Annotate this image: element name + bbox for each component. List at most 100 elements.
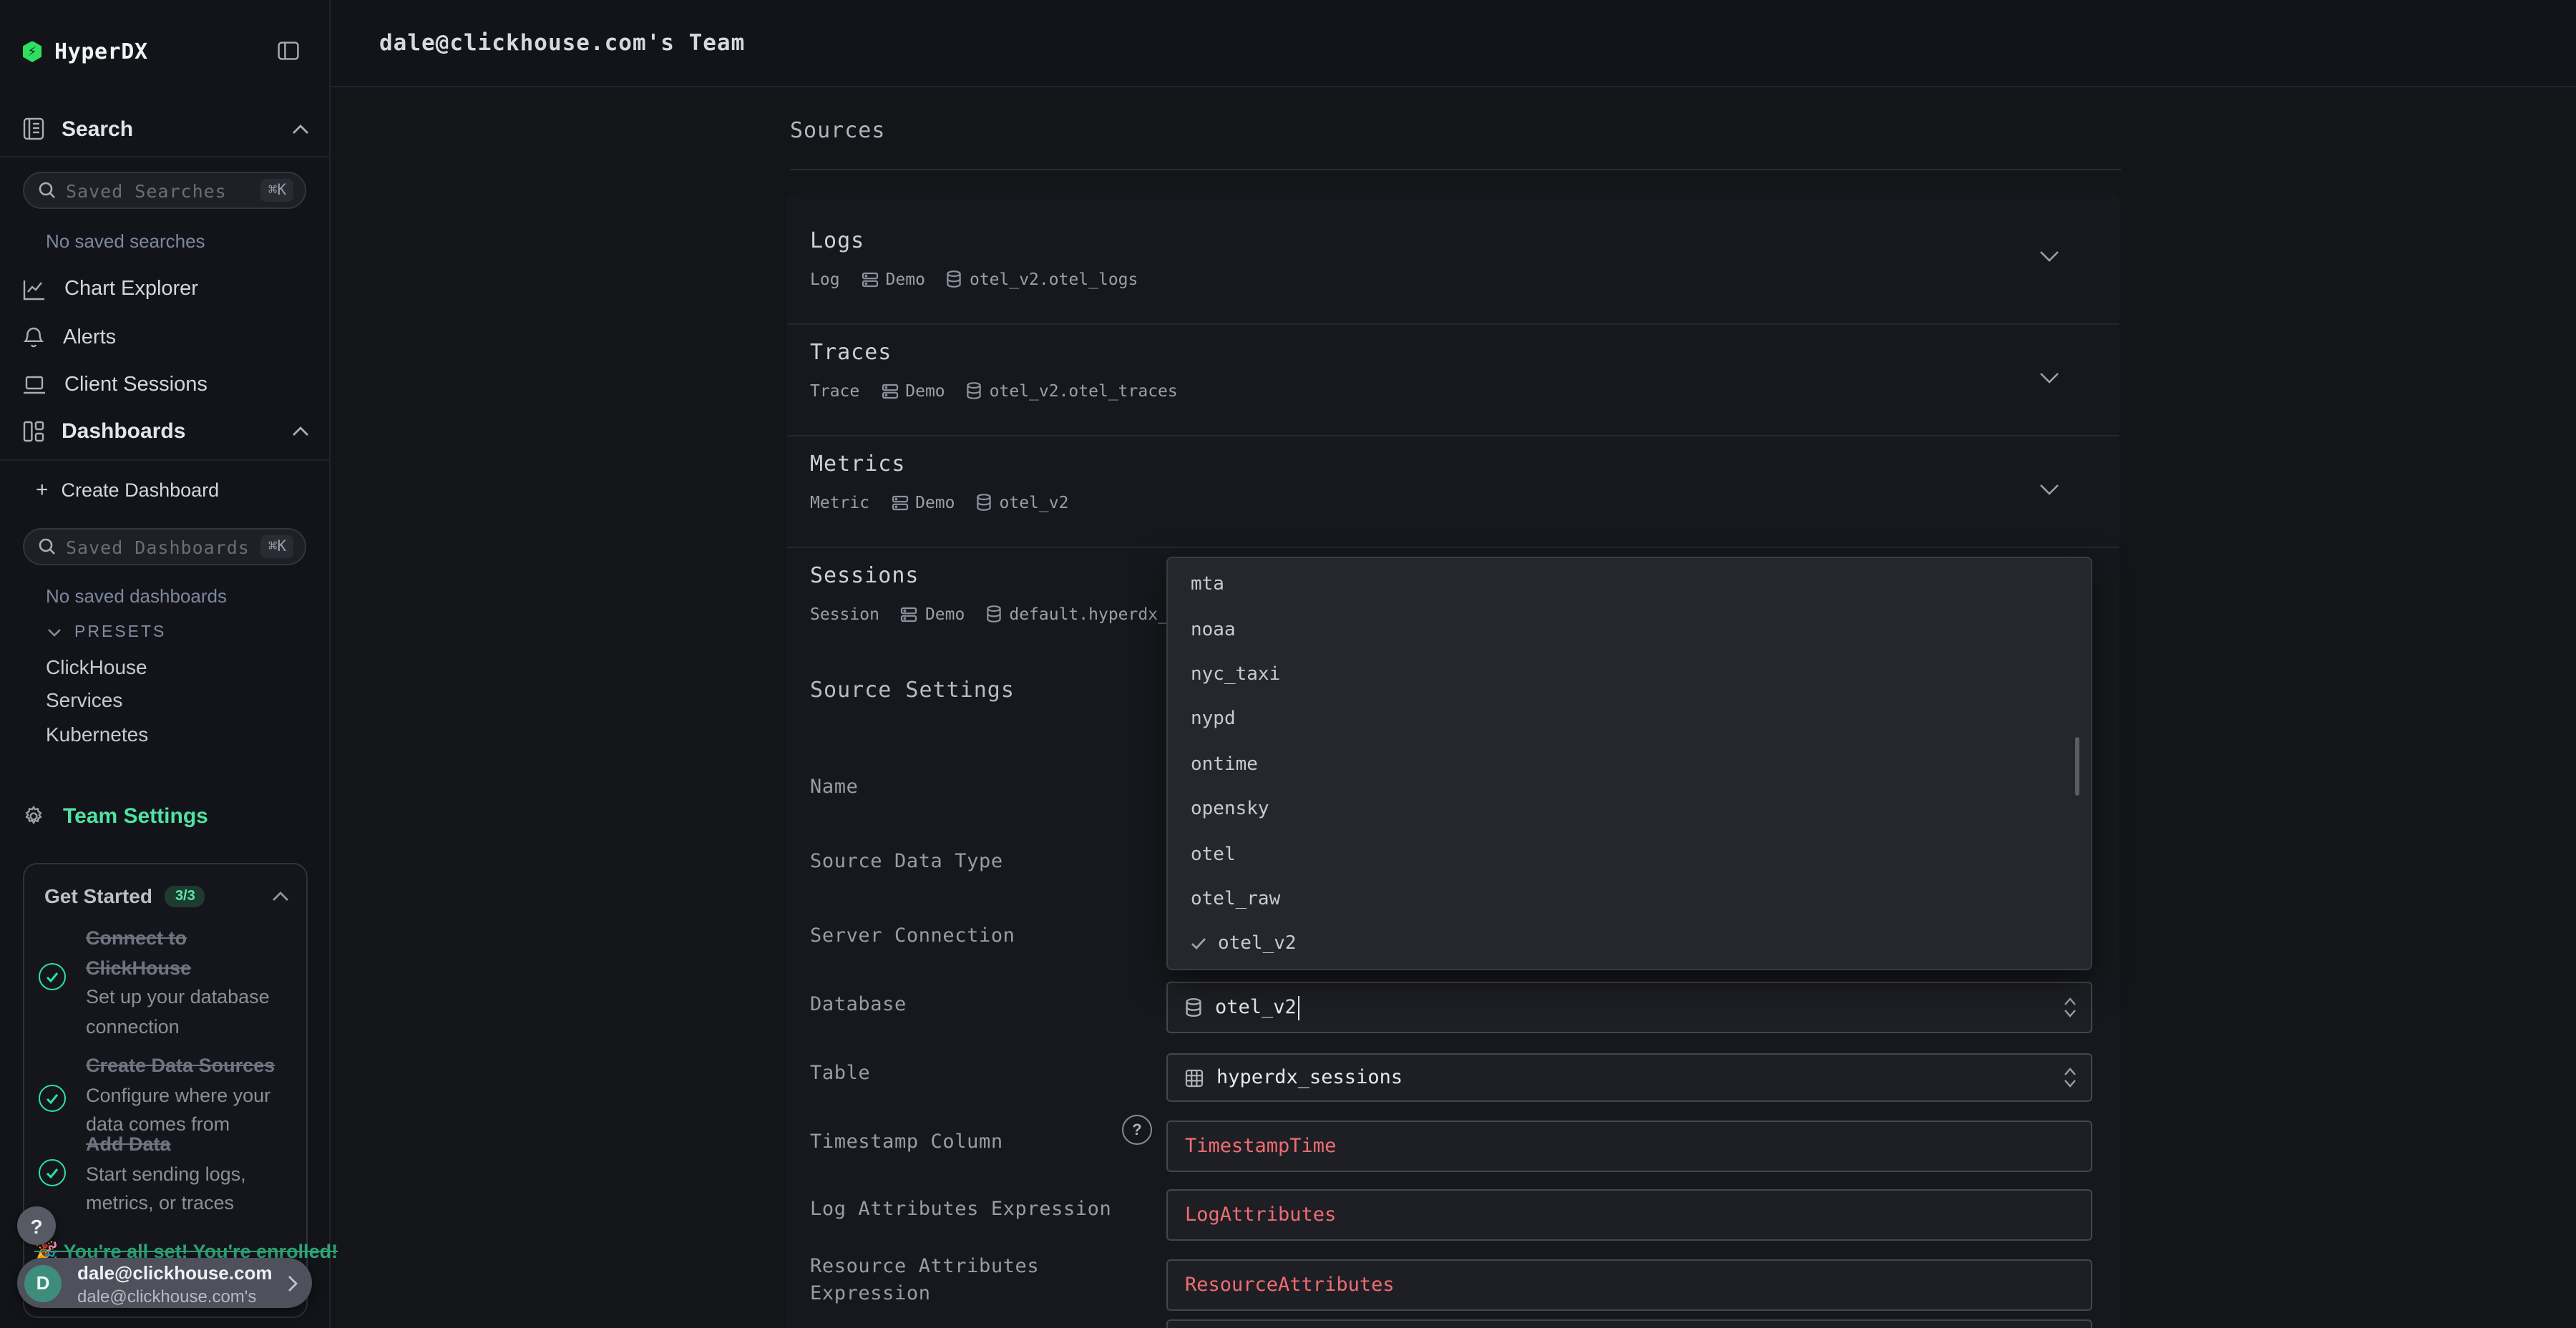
select-arrows-icon[interactable] bbox=[2064, 997, 2077, 1017]
sources-section-title: Sources bbox=[790, 117, 885, 143]
dropdown-option-nyc_taxi[interactable]: nyc_taxi bbox=[1168, 653, 2091, 698]
chevron-down-icon[interactable] bbox=[2039, 250, 2059, 261]
hyperdx-app: ⚡ HyperDX Search Saved Searches ⌘K No sa… bbox=[0, 0, 2576, 1328]
source-table-badge: otel_v2 bbox=[977, 492, 1069, 512]
sidebar-section-dashboards[interactable]: Dashboards bbox=[23, 416, 309, 445]
presets-toggle[interactable]: PRESETS bbox=[47, 621, 166, 644]
check-circle-icon bbox=[39, 1085, 66, 1112]
source-row-metrics[interactable]: Metrics Metric Demo otel_v2 bbox=[787, 436, 2119, 548]
chevron-down-icon[interactable] bbox=[2039, 371, 2059, 383]
dropdown-scrollbar[interactable] bbox=[2074, 737, 2079, 796]
task-title: Create Data Sources bbox=[86, 1055, 275, 1076]
table-select[interactable]: hyperdx_sessions bbox=[1166, 1053, 2092, 1102]
task-title: Connect to ClickHouse bbox=[86, 927, 191, 978]
chevron-up-icon[interactable] bbox=[292, 426, 309, 436]
task-title: Add Data bbox=[86, 1133, 171, 1155]
task-desc: Start sending logs, metrics, or traces bbox=[86, 1160, 286, 1219]
source-type-badge: Metric bbox=[810, 492, 869, 512]
preset-clickhouse[interactable]: ClickHouse bbox=[46, 655, 147, 678]
resource-attributes-input[interactable]: ResourceAttributes bbox=[1166, 1259, 2092, 1311]
dropdown-option-otel_raw[interactable]: otel_raw bbox=[1168, 877, 2091, 922]
select-arrows-icon[interactable] bbox=[2064, 1068, 2077, 1088]
timestamp-column-value: TimestampTime bbox=[1185, 1135, 1336, 1158]
database-icon bbox=[977, 494, 992, 511]
source-type-badge: Log bbox=[810, 269, 840, 289]
no-saved-searches-text: No saved searches bbox=[46, 230, 205, 252]
chevron-up-icon[interactable] bbox=[272, 891, 289, 901]
dropdown-option-noaa[interactable]: noaa bbox=[1168, 607, 2091, 653]
database-label: Database bbox=[810, 993, 907, 1016]
timestamp-help-icon[interactable]: ? bbox=[1122, 1115, 1152, 1145]
page-title: dale@clickhouse.com's Team bbox=[379, 30, 745, 56]
create-dashboard-button[interactable]: + Create Dashboard bbox=[36, 475, 219, 504]
get-started-header[interactable]: Get Started 3/3 bbox=[44, 884, 289, 907]
chevron-up-icon[interactable] bbox=[292, 124, 309, 134]
sidebar-item-alerts[interactable]: Alerts bbox=[0, 318, 331, 358]
gear-icon bbox=[23, 805, 44, 826]
task-create-data-sources[interactable]: Create Data Sources Configure where your… bbox=[39, 1052, 299, 1140]
timestamp-column-input[interactable]: TimestampTime bbox=[1166, 1120, 2092, 1172]
dropdown-option-ontime[interactable]: ontime bbox=[1168, 742, 2091, 787]
sidebar-divider bbox=[0, 459, 329, 461]
user-menu[interactable]: D dale@clickhouse.com dale@clickhouse.co… bbox=[17, 1258, 312, 1308]
search-section-icon bbox=[23, 117, 44, 140]
source-table-badge: otel_v2.otel_logs bbox=[947, 269, 1138, 289]
database-dropdown: mta noaa nyc_taxi nypd ontime opensky ot… bbox=[1166, 557, 2092, 970]
dropdown-option-nypd[interactable]: nypd bbox=[1168, 697, 2091, 742]
name-label: Name bbox=[810, 776, 858, 799]
sidebar-item-label: Alerts bbox=[63, 326, 116, 349]
app-wordmark: HyperDX bbox=[54, 39, 148, 64]
check-circle-icon bbox=[39, 963, 66, 990]
source-connection-badge: Demo bbox=[891, 492, 955, 512]
log-attributes-input[interactable]: LogAttributes bbox=[1166, 1189, 2092, 1241]
database-icon bbox=[1185, 997, 1202, 1017]
no-saved-dashboards-text: No saved dashboards bbox=[46, 585, 227, 607]
source-title: Metrics bbox=[810, 451, 2119, 477]
dropdown-option-otel_v2-selected[interactable]: otel_v2 bbox=[1168, 922, 2091, 967]
source-row-traces[interactable]: Traces Trace Demo otel_v2.otel_traces bbox=[787, 325, 2119, 436]
search-icon bbox=[39, 538, 56, 555]
search-section-label: Search bbox=[62, 117, 133, 141]
preset-kubernetes[interactable]: Kubernetes bbox=[46, 723, 148, 746]
sidebar-item-client-sessions[interactable]: Client Sessions bbox=[0, 365, 331, 405]
database-select[interactable]: otel_v2 bbox=[1166, 982, 2092, 1033]
server-icon bbox=[891, 494, 908, 510]
chevron-down-icon bbox=[47, 628, 62, 637]
task-desc: Set up your database connection bbox=[86, 983, 272, 1042]
source-type-badge: Session bbox=[810, 604, 879, 624]
source-connection-badge: Demo bbox=[881, 381, 945, 401]
dropdown-option-opensky[interactable]: opensky bbox=[1168, 787, 2091, 832]
dashboards-section-label: Dashboards bbox=[62, 419, 185, 443]
task-connect-clickhouse[interactable]: Connect to ClickHouse Set up your databa… bbox=[39, 924, 296, 1042]
sidebar-item-chart-explorer[interactable]: Chart Explorer bbox=[0, 269, 331, 309]
help-button[interactable]: ? bbox=[17, 1206, 56, 1245]
collapse-sidebar-icon[interactable] bbox=[278, 42, 299, 60]
chevron-down-icon[interactable] bbox=[2039, 483, 2059, 494]
source-type-badge: Trace bbox=[810, 381, 859, 401]
task-add-data[interactable]: Add Data Start sending logs, metrics, or… bbox=[39, 1131, 299, 1219]
dropdown-option-otel[interactable]: otel bbox=[1168, 832, 2091, 877]
chevron-right-icon bbox=[288, 1274, 298, 1292]
next-field-partial[interactable] bbox=[1166, 1319, 2092, 1328]
sidebar-item-team-settings[interactable]: Team Settings bbox=[23, 801, 208, 830]
presets-label: PRESETS bbox=[74, 624, 166, 641]
plus-icon: + bbox=[36, 477, 49, 502]
logo[interactable]: ⚡ HyperDX bbox=[23, 37, 148, 66]
source-settings-heading: Source Settings bbox=[810, 677, 1015, 703]
source-title: Traces bbox=[810, 339, 2119, 365]
team-settings-label: Team Settings bbox=[63, 804, 208, 828]
source-row-logs[interactable]: Logs Log Demo otel_v2.otel_logs bbox=[787, 193, 2119, 325]
hyperdx-logo-icon: ⚡ bbox=[23, 41, 42, 62]
user-team-name: dale@clickhouse.com's bbox=[77, 1286, 288, 1306]
saved-dashboards-input[interactable]: Saved Dashboards ⌘K bbox=[23, 528, 306, 565]
saved-searches-input[interactable]: Saved Searches ⌘K bbox=[23, 172, 306, 209]
sidebar-section-search[interactable]: Search bbox=[23, 114, 309, 143]
source-title: Logs bbox=[810, 228, 2119, 253]
get-started-progress-badge: 3/3 bbox=[165, 885, 205, 907]
dropdown-option-mta[interactable]: mta bbox=[1168, 562, 2091, 607]
create-dashboard-label: Create Dashboard bbox=[62, 479, 220, 500]
source-connection-badge: Demo bbox=[901, 604, 965, 624]
resource-attributes-label-line2: Expression bbox=[810, 1282, 931, 1305]
server-icon bbox=[881, 383, 898, 399]
preset-services[interactable]: Services bbox=[46, 688, 122, 711]
